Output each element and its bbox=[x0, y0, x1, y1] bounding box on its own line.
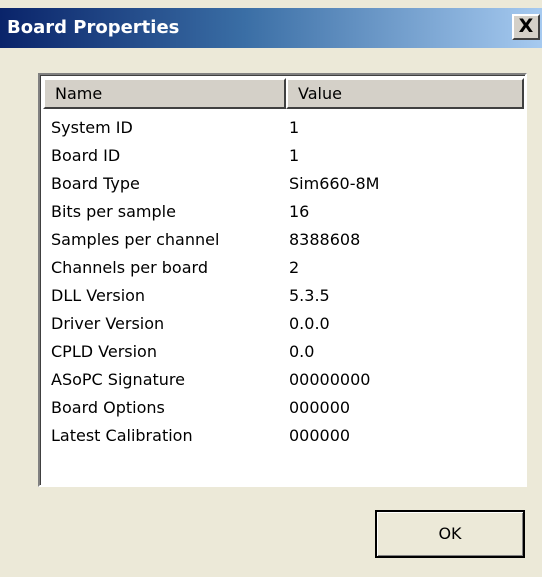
property-name: ASoPC Signature bbox=[51, 370, 185, 389]
close-button[interactable]: X bbox=[512, 14, 540, 40]
property-name: Bits per sample bbox=[51, 202, 176, 221]
list-item[interactable]: Latest Calibration 000000 bbox=[43, 422, 524, 450]
list-item[interactable]: Channels per board 2 bbox=[43, 254, 524, 282]
property-name: Board ID bbox=[51, 146, 121, 165]
ok-button[interactable]: OK bbox=[375, 510, 525, 558]
property-name: Latest Calibration bbox=[51, 426, 193, 445]
property-name: DLL Version bbox=[51, 286, 146, 305]
window-title: Board Properties bbox=[7, 17, 180, 38]
list-rows: System ID 1 Board ID 1 Board Type Sim660-8M Bi… bbox=[43, 114, 524, 450]
property-name: CPLD Version bbox=[51, 342, 157, 361]
list-item[interactable]: Bits per sample 16 bbox=[43, 198, 524, 226]
property-value: 16 bbox=[289, 202, 310, 221]
property-name: Driver Version bbox=[51, 314, 165, 333]
property-name: System ID bbox=[51, 118, 133, 137]
list-item[interactable]: ASoPC Signature 00000000 bbox=[43, 366, 524, 394]
list-item[interactable]: DLL Version 5.3.5 bbox=[43, 282, 524, 310]
list-item[interactable]: Board Type Sim660-8M bbox=[43, 170, 524, 198]
list-item[interactable]: Board Options 000000 bbox=[43, 394, 524, 422]
close-icon: X bbox=[518, 15, 534, 37]
list-item[interactable]: CPLD Version 0.0 bbox=[43, 338, 524, 366]
property-value: 0.0 bbox=[289, 342, 315, 361]
property-name: Board Options bbox=[51, 398, 165, 417]
list-item[interactable]: Driver Version 0.0.0 bbox=[43, 310, 524, 338]
properties-list[interactable]: Name Value System ID 1 Board ID 1 Board Type… bbox=[38, 73, 527, 487]
property-value: 000000 bbox=[289, 426, 351, 445]
list-item[interactable]: System ID 1 bbox=[43, 114, 524, 142]
property-value: 2 bbox=[289, 258, 300, 277]
property-name: Board Type bbox=[51, 174, 140, 193]
property-value: 0.0.0 bbox=[289, 314, 330, 333]
column-header-name[interactable]: Name bbox=[43, 78, 286, 109]
property-value: 00000000 bbox=[289, 370, 371, 389]
property-value: Sim660-8M bbox=[289, 174, 380, 193]
column-header-value[interactable]: Value bbox=[286, 78, 524, 109]
property-name: Channels per board bbox=[51, 258, 208, 277]
list-item[interactable]: Samples per channel 8388608 bbox=[43, 226, 524, 254]
dialog-body: Name Value System ID 1 Board ID 1 Board Type… bbox=[0, 48, 542, 577]
board-properties-dialog: Board Properties X Name Value System ID 1… bbox=[0, 0, 542, 577]
property-name: Samples per channel bbox=[51, 230, 220, 249]
property-value: 1 bbox=[289, 146, 300, 165]
property-value: 1 bbox=[289, 118, 300, 137]
property-value: 000000 bbox=[289, 398, 351, 417]
list-item[interactable]: Board ID 1 bbox=[43, 142, 524, 170]
property-value: 8388608 bbox=[289, 230, 361, 249]
title-bar[interactable]: Board Properties X bbox=[0, 8, 542, 48]
property-value: 5.3.5 bbox=[289, 286, 330, 305]
list-header: Name Value bbox=[43, 78, 524, 109]
